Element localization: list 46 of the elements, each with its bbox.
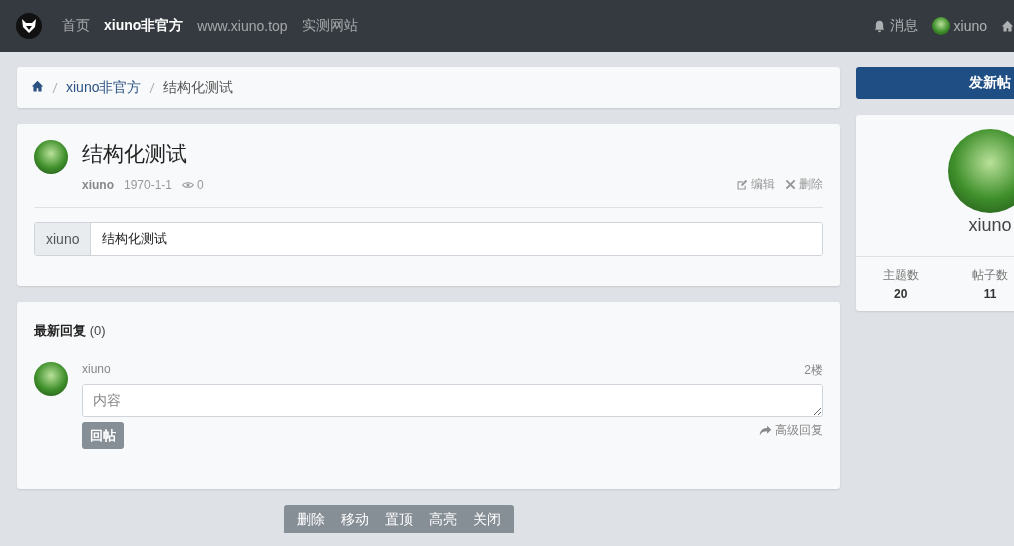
stat-label: 主题数 — [882, 267, 919, 284]
home-icon — [1001, 19, 1014, 33]
logo-icon[interactable] — [16, 13, 42, 39]
nav-link[interactable]: xiuno非官方 — [104, 17, 184, 35]
avatar-photo — [34, 140, 68, 174]
view-count: 0 — [182, 177, 204, 192]
separator-icon — [52, 81, 58, 94]
stat-value: 20 — [894, 287, 908, 301]
new-post-button[interactable]: 发新帖 — [856, 67, 1014, 99]
author-name[interactable]: xiuno — [82, 177, 114, 192]
stat-value: 11 — [983, 287, 997, 301]
toolbar-button[interactable]: 删除 — [288, 505, 333, 533]
breadcrumb-link[interactable]: xiuno非官方 — [66, 78, 142, 97]
field-label: xiuno — [35, 223, 92, 255]
advanced-reply-link[interactable]: 高级回复 — [759, 422, 823, 439]
share-icon — [759, 424, 772, 437]
separator-icon — [149, 81, 156, 94]
profile-username: xiuno — [968, 215, 1012, 236]
avatar-photo — [931, 17, 950, 35]
close-icon — [785, 179, 796, 190]
home-icon — [31, 79, 44, 93]
avatar-photo — [34, 362, 68, 396]
home-link[interactable] — [1001, 19, 1014, 33]
edit-icon — [736, 178, 748, 191]
floor-number: 2楼 — [804, 362, 823, 379]
replies-heading: 最新回复 (0) — [34, 322, 107, 340]
stat-label: 帖子数 — [972, 267, 1008, 284]
toolbar-button[interactable]: 关闭 — [464, 505, 509, 533]
reply-input[interactable]: 内容 — [82, 384, 823, 417]
reply-button[interactable]: 回帖 — [82, 422, 124, 449]
bell-icon — [872, 19, 886, 33]
toolbar-button[interactable]: 高亮 — [420, 505, 465, 533]
post-date: 1970-1-1 — [124, 177, 173, 192]
nav-link[interactable]: 首页 — [62, 17, 90, 35]
toolbar-button[interactable]: 移动 — [332, 505, 377, 533]
nav-link[interactable]: 实测网站 — [301, 17, 358, 35]
messages-link[interactable]: 消息 — [872, 17, 918, 35]
toolbar-button[interactable]: 置顶 — [376, 505, 421, 533]
nav-link[interactable]: www.xiuno.top — [197, 18, 288, 34]
user-link[interactable]: xiuno — [931, 17, 987, 35]
thread-title: 结构化测试 — [82, 141, 188, 167]
delete-link[interactable]: 删除 — [785, 176, 823, 193]
breadcrumb-current: 结构化测试 — [163, 78, 234, 97]
reply-username: xiuno — [82, 362, 111, 378]
field-value: 结构化测试 — [91, 223, 822, 255]
edit-link[interactable]: 编辑 — [736, 176, 775, 193]
